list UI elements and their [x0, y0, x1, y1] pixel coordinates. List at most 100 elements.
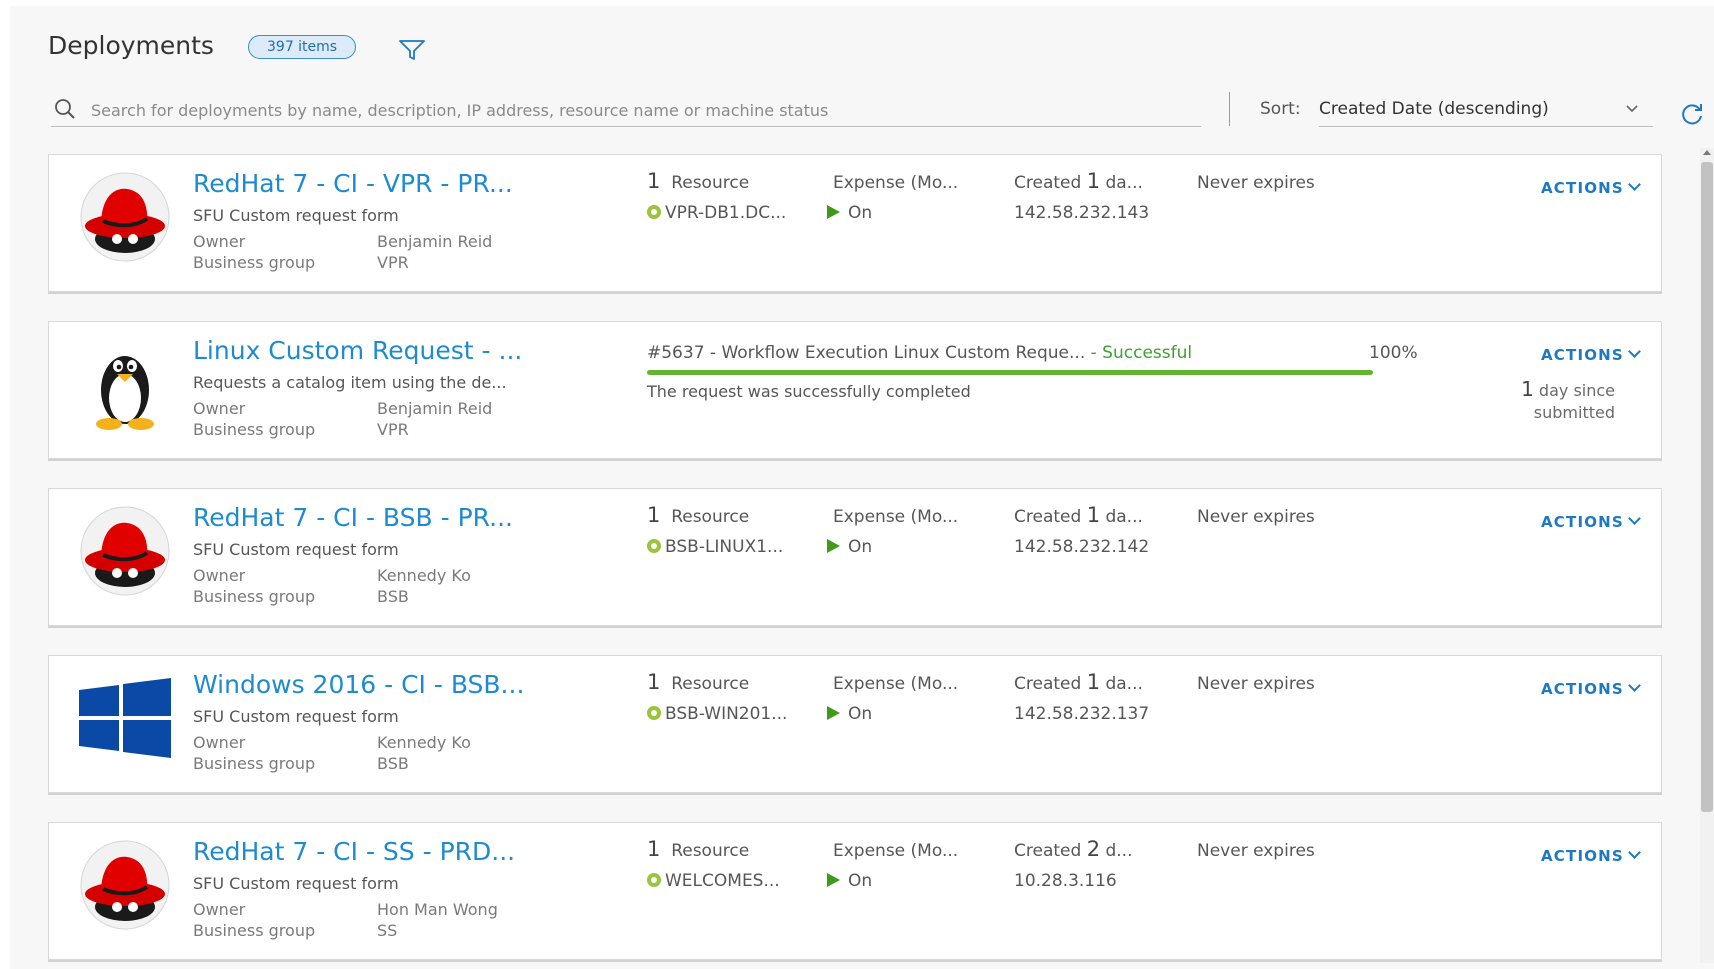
created-date: Created 1 da... — [1014, 169, 1143, 193]
deployment-title[interactable]: RedHat 7 - CI - SS - PRD... — [193, 837, 515, 866]
page-title: Deployments — [48, 31, 214, 60]
scroll-up-arrow-icon[interactable] — [1703, 150, 1711, 155]
progress-bar-fill — [647, 370, 1373, 375]
business-group-label: Business group — [193, 420, 316, 439]
deployment-description: SFU Custom request form — [193, 707, 399, 726]
actions-menu-button[interactable]: ACTIONS — [1541, 512, 1641, 531]
power-state: On — [827, 704, 872, 724]
business-group-label: Business group — [193, 587, 316, 606]
chevron-down-icon — [1628, 345, 1641, 358]
resource-status-icon — [647, 873, 661, 887]
deployment-description: SFU Custom request form — [193, 540, 399, 559]
redhat-logo-icon — [80, 172, 170, 262]
actions-menu-button[interactable]: ACTIONS — [1541, 679, 1641, 698]
owner-value: Benjamin Reid — [377, 232, 493, 251]
sort-dropdown[interactable]: Created Date (descending) — [1319, 94, 1653, 127]
resource-name[interactable]: BSB-LINUX1... — [647, 537, 783, 557]
deployment-card[interactable]: RedHat 7 - CI - BSB - PR... SFU Custom r… — [48, 488, 1662, 626]
expense: Expense (Mo... — [833, 173, 959, 193]
request-title: #5637 - Workflow Execution Linux Custom … — [647, 343, 1086, 363]
power-state: On — [827, 871, 872, 891]
deployment-list: RedHat 7 - CI - VPR - PR... SFU Custom r… — [48, 154, 1662, 969]
business-group-value: VPR — [377, 253, 409, 272]
deployment-title[interactable]: RedHat 7 - CI - BSB - PR... — [193, 503, 513, 532]
actions-menu-button[interactable]: ACTIONS — [1541, 846, 1641, 865]
deployment-description: Requests a catalog item using the de... — [193, 373, 507, 392]
deployment-card[interactable]: Windows 2016 - CI - BSB... SFU Custom re… — [48, 655, 1662, 793]
status-text: - Successful — [1090, 343, 1193, 363]
business-group-label: Business group — [193, 921, 316, 940]
chevron-down-icon — [1628, 512, 1641, 525]
owner-value: Kennedy Ko — [377, 733, 471, 752]
deployment-description: SFU Custom request form — [193, 874, 399, 893]
business-group-value: SS — [377, 921, 398, 940]
deployments-page: Deployments 397 items Sort: Created Date… — [10, 6, 1714, 969]
resource-count: 1 Resource — [647, 503, 750, 527]
filter-icon[interactable] — [398, 38, 426, 62]
resource-name[interactable]: VPR-DB1.DC... — [647, 203, 786, 223]
created-date: Created 2 d... — [1014, 837, 1133, 861]
chevron-down-icon — [1628, 846, 1641, 859]
business-group-label: Business group — [193, 253, 316, 272]
sort-label: Sort: — [1260, 99, 1301, 119]
time-since-submitted: 1 day since submitted — [1521, 377, 1615, 422]
lease-expiry: Never expires — [1197, 674, 1315, 694]
owner-label: Owner — [193, 733, 246, 752]
power-on-icon — [827, 205, 840, 219]
chevron-down-icon — [1628, 178, 1641, 191]
expense: Expense (Mo... — [833, 841, 959, 861]
search-icon — [55, 99, 75, 119]
power-on-icon — [827, 539, 840, 553]
deployment-card[interactable]: Linux Custom Request - ... Requests a ca… — [48, 321, 1662, 459]
owner-label: Owner — [193, 399, 246, 418]
ip-address: 142.58.232.143 — [1014, 203, 1150, 223]
request-message: The request was successfully completed — [647, 382, 971, 401]
progress-bar — [647, 370, 1373, 375]
actions-menu-button[interactable]: ACTIONS — [1541, 178, 1641, 197]
resource-name[interactable]: WELCOMES... — [647, 871, 780, 891]
chevron-down-icon — [1628, 679, 1641, 692]
deployment-title[interactable]: Windows 2016 - CI - BSB... — [193, 670, 524, 699]
power-on-icon — [827, 706, 840, 720]
scrollbar[interactable] — [1700, 148, 1714, 963]
owner-label: Owner — [193, 900, 246, 919]
deployment-card[interactable]: RedHat 7 - CI - VPR - PR... SFU Custom r… — [48, 154, 1662, 292]
power-on-icon — [827, 873, 840, 887]
resource-count: 1 Resource — [647, 169, 750, 193]
power-state: On — [827, 537, 872, 557]
business-group-value: VPR — [377, 420, 409, 439]
owner-label: Owner — [193, 232, 246, 251]
deployment-card[interactable]: RedHat 7 - CI - SS - PRD... SFU Custom r… — [48, 822, 1662, 960]
deployment-description: SFU Custom request form — [193, 206, 399, 225]
business-group-value: BSB — [377, 754, 409, 773]
resource-name[interactable]: BSB-WIN201... — [647, 704, 787, 724]
refresh-icon[interactable] — [1679, 102, 1705, 128]
ip-address: 142.58.232.137 — [1014, 704, 1150, 724]
windows-logo-icon — [79, 678, 171, 758]
progress-percent: 100% — [1369, 343, 1418, 363]
redhat-logo-icon — [80, 840, 170, 930]
lease-expiry: Never expires — [1197, 507, 1315, 527]
ip-address: 10.28.3.116 — [1014, 871, 1117, 891]
resource-status-icon — [647, 539, 661, 553]
chevron-down-icon — [1626, 105, 1638, 113]
scrollbar-thumb[interactable] — [1701, 162, 1713, 812]
business-group-value: BSB — [377, 587, 409, 606]
owner-value: Kennedy Ko — [377, 566, 471, 585]
actions-menu-button[interactable]: ACTIONS — [1541, 345, 1641, 364]
owner-value: Hon Man Wong — [377, 900, 498, 919]
ip-address: 142.58.232.142 — [1014, 537, 1150, 557]
sort-value: Created Date (descending) — [1319, 99, 1549, 119]
deployment-title[interactable]: RedHat 7 - CI - VPR - PR... — [193, 169, 513, 198]
lease-expiry: Never expires — [1197, 841, 1315, 861]
item-count-badge: 397 items — [248, 35, 357, 59]
resource-count: 1 Resource — [647, 670, 750, 694]
created-date: Created 1 da... — [1014, 670, 1143, 694]
resource-status-icon — [647, 205, 661, 219]
deployment-title[interactable]: Linux Custom Request - ... — [193, 336, 522, 365]
owner-label: Owner — [193, 566, 246, 585]
lease-expiry: Never expires — [1197, 173, 1315, 193]
linux-tux-icon — [96, 356, 154, 430]
search-input[interactable] — [89, 96, 1193, 124]
request-status: #5637 - Workflow Execution Linux Custom … — [647, 343, 1192, 363]
